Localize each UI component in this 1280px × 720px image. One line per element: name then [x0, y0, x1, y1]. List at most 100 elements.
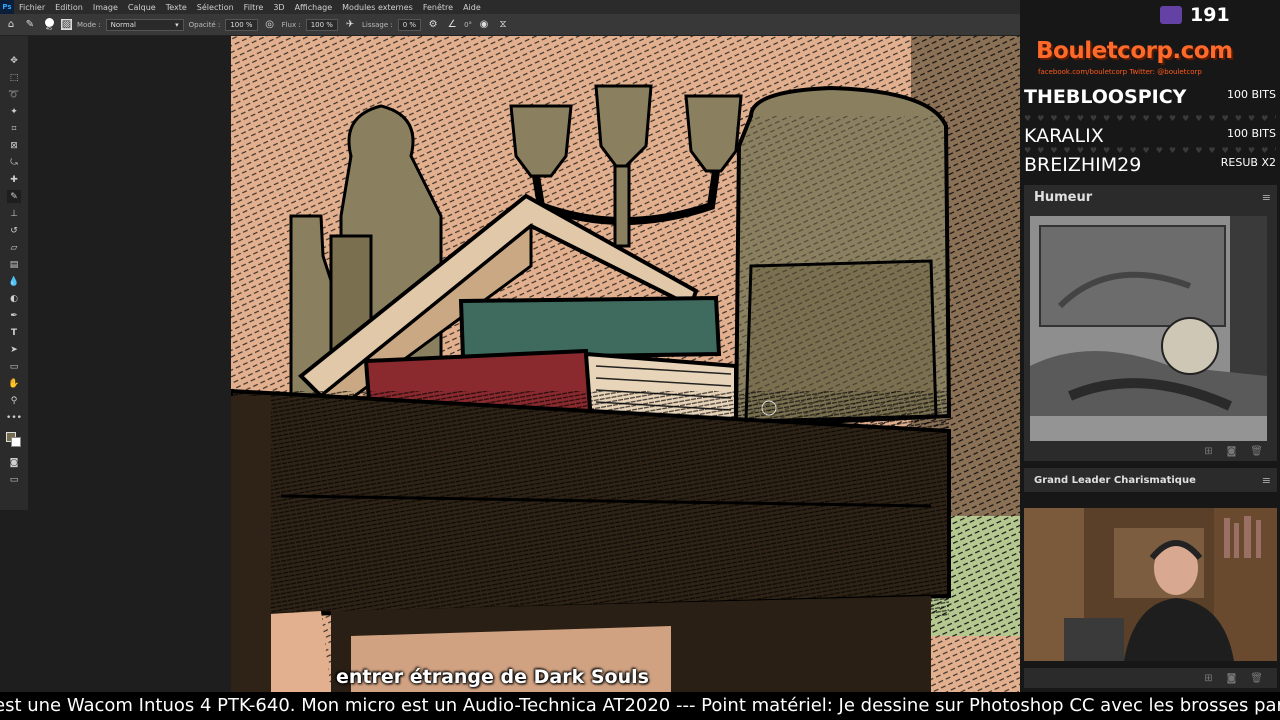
- brush-size-picker[interactable]: 45: [42, 17, 56, 32]
- empty-panel-area: [28, 36, 231, 692]
- pen-icon[interactable]: ✒: [7, 309, 21, 322]
- stamp-icon[interactable]: ⊥: [7, 207, 21, 220]
- opacity-label: Opacité :: [188, 20, 221, 29]
- panel-menu-icon[interactable]: ≡: [1262, 474, 1271, 487]
- menu-selection[interactable]: Sélection: [192, 3, 239, 12]
- quick-mask-icon[interactable]: ◙: [7, 456, 21, 469]
- history-brush-icon[interactable]: ↺: [7, 224, 21, 237]
- menu-filtre[interactable]: Filtre: [239, 3, 269, 12]
- webcam-feed: [1024, 508, 1277, 661]
- blur-icon[interactable]: 💧: [7, 275, 21, 288]
- menu-image[interactable]: Image: [88, 3, 123, 12]
- smoothing-field[interactable]: 0 %: [397, 18, 422, 31]
- type-icon[interactable]: T: [7, 326, 21, 339]
- alert-name: THEBLOOSPICY: [1024, 86, 1187, 108]
- menu-fichier[interactable]: Fichier: [14, 3, 50, 12]
- flow-field[interactable]: 100 %: [305, 18, 338, 31]
- more-icon[interactable]: •••: [6, 411, 22, 424]
- camera-icon[interactable]: ◙: [1227, 673, 1237, 684]
- alert-value: 100 BITS: [1227, 88, 1276, 101]
- path-select-icon[interactable]: ➤: [7, 343, 21, 356]
- brush-icon[interactable]: ✎: [7, 190, 21, 203]
- twitch-bits-icon: [1160, 6, 1182, 24]
- mode-label: Mode :: [77, 20, 101, 29]
- leader-panel-title: Grand Leader Charismatique: [1034, 474, 1196, 486]
- tools-panel: ✥ ⬚ ➰ ✦ ⌗ ⊠ ⤿ ✚ ✎ ⊥ ↺ ▱ ▤ 💧 ◐ ✒ T ➤ ▭ ✋ …: [0, 36, 28, 510]
- eraser-icon[interactable]: ▱: [7, 241, 21, 254]
- pressure-size-icon[interactable]: ◉: [477, 18, 491, 32]
- menu-3d[interactable]: 3D: [268, 3, 289, 12]
- document-canvas[interactable]: [231, 36, 1020, 692]
- frame-icon[interactable]: ⊠: [7, 139, 21, 152]
- smoothing-label: Lissage :: [361, 20, 393, 29]
- scene-add-icon[interactable]: ⊞: [1204, 673, 1212, 684]
- menu-edition[interactable]: Edition: [50, 3, 88, 12]
- menu-modules-externes[interactable]: Modules externes: [337, 3, 418, 12]
- heart-divider-icon: ♥♥♥♥♥♥♥♥♥♥♥♥♥♥♥♥♥♥♥♥♥♥: [1024, 114, 1276, 123]
- zoom-icon[interactable]: ⚲: [7, 394, 21, 407]
- brush-size-value: 45: [45, 25, 53, 32]
- gradient-icon[interactable]: ▤: [7, 258, 21, 271]
- marquee-icon[interactable]: ⬚: [7, 71, 21, 84]
- lasso-icon[interactable]: ➰: [7, 88, 21, 101]
- background-color-swatch[interactable]: [11, 437, 21, 447]
- color-swatches[interactable]: [6, 432, 22, 448]
- bits-counter: 191: [1160, 4, 1230, 26]
- dodge-icon[interactable]: ◐: [7, 292, 21, 305]
- bits-count: 191: [1190, 4, 1230, 26]
- eyedropper-icon[interactable]: ⤿: [7, 156, 21, 169]
- info-ticker: est une Wacom Intuos 4 PTK-640. Mon micr…: [0, 692, 1280, 720]
- menu-texte[interactable]: Texte: [161, 3, 192, 12]
- brush-panel-icon[interactable]: ▨: [61, 19, 72, 30]
- home-icon[interactable]: ⌂: [4, 18, 18, 32]
- mood-panel-header: Humeur ≡: [1024, 185, 1277, 209]
- trash-icon[interactable]: 🗑: [1250, 446, 1263, 457]
- pressure-opacity-icon[interactable]: ◎: [263, 18, 277, 32]
- camera-icon[interactable]: ◙: [1227, 446, 1237, 457]
- leader-panel-header: Grand Leader Charismatique ≡: [1024, 468, 1277, 492]
- magic-wand-icon[interactable]: ✦: [7, 105, 21, 118]
- brush-preset-icon[interactable]: ✎: [23, 18, 37, 32]
- mood-panel-title: Humeur: [1034, 189, 1093, 205]
- symmetry-icon[interactable]: ⧖: [496, 18, 510, 32]
- options-bar: ⌂ ✎ 45 ▨ Mode : Normal ▾ Opacité : 100 %…: [0, 14, 1020, 36]
- menu-bar: Ps Fichier Edition Image Calque Texte Sé…: [0, 0, 1020, 14]
- menu-affichage[interactable]: Affichage: [290, 3, 338, 12]
- menu-fenetre[interactable]: Fenêtre: [418, 3, 458, 12]
- airbrush-icon[interactable]: ✈: [343, 18, 357, 32]
- alert-name: BREIZHIM29: [1024, 154, 1142, 176]
- alert-name: KARALIX: [1024, 125, 1104, 147]
- photoshop-logo-icon: Ps: [0, 0, 14, 14]
- scene-add-icon[interactable]: ⊞: [1204, 446, 1212, 457]
- ticker-text: est une Wacom Intuos 4 PTK-640. Mon micr…: [0, 695, 1280, 716]
- crop-icon[interactable]: ⌗: [7, 122, 21, 135]
- brand-title: Bouletcorp.com: [1036, 38, 1233, 64]
- panel-menu-icon[interactable]: ≡: [1262, 191, 1271, 204]
- webcam-image: [1024, 508, 1277, 661]
- healing-icon[interactable]: ✚: [7, 173, 21, 186]
- angle-icon[interactable]: ∠: [445, 18, 459, 32]
- mood-panel-footer: ⊞ ◙ 🗑: [1024, 441, 1277, 461]
- rectangle-icon[interactable]: ▭: [7, 360, 21, 373]
- menu-calque[interactable]: Calque: [123, 3, 161, 12]
- move-icon[interactable]: ✥: [7, 54, 21, 67]
- opacity-field[interactable]: 100 %: [225, 18, 258, 31]
- mood-illustration: [1030, 216, 1267, 442]
- screen-mode-icon[interactable]: ▭: [7, 473, 21, 486]
- flow-label: Flux :: [281, 20, 301, 29]
- leader-panel-footer: ⊞ ◙ 🗑: [1024, 668, 1277, 688]
- trash-icon[interactable]: 🗑: [1250, 673, 1263, 684]
- opacity-value: 100 %: [230, 20, 253, 29]
- hand-icon[interactable]: ✋: [7, 377, 21, 390]
- flow-value: 100 %: [310, 20, 333, 29]
- chevron-down-icon: ▾: [175, 20, 179, 29]
- mode-value: Normal: [110, 20, 136, 29]
- menu-aide[interactable]: Aide: [458, 3, 486, 12]
- alert-value: 100 BITS: [1227, 127, 1276, 140]
- angle-value[interactable]: 0°: [464, 21, 472, 29]
- smoothing-value: 0 %: [402, 20, 417, 29]
- mood-image: [1030, 216, 1267, 442]
- alert-value: RESUB X2: [1220, 156, 1276, 169]
- gear-icon[interactable]: ⚙: [426, 18, 440, 32]
- mode-select[interactable]: Normal ▾: [105, 18, 184, 31]
